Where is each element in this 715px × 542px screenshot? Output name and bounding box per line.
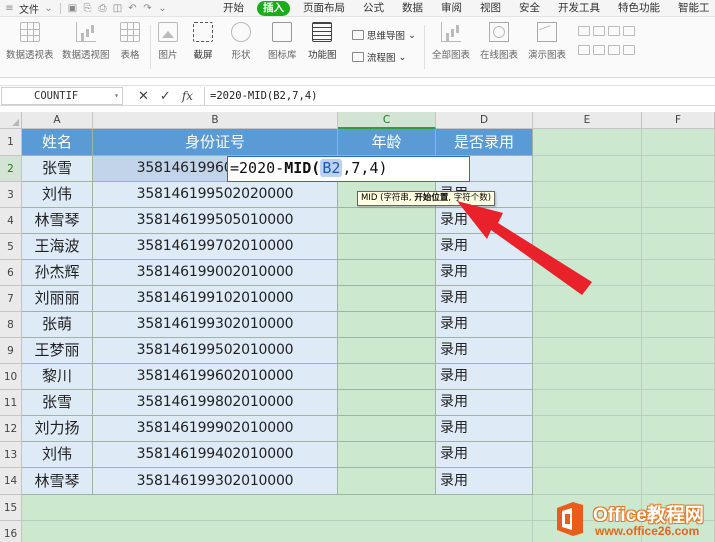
chevron-down-icon: ⌄ — [408, 29, 416, 41]
print-icon[interactable]: ⎙ — [97, 3, 108, 14]
tab-4[interactable]: 数据 — [393, 1, 432, 16]
divider — [150, 25, 151, 69]
quick-access-toolbar: ≡ 文件 ⌄ ▣ ⎘ ⎙ ◫ ↶ ↷ ⌄ — [4, 1, 168, 16]
insert-function-icon[interactable]: fx — [182, 89, 193, 103]
watermark: Office教程网 www.office26.com — [553, 498, 715, 542]
tab-8[interactable]: 开发工具 — [549, 1, 609, 16]
watermark-title: Office教程网 — [593, 505, 704, 526]
area-chart-icon[interactable] — [623, 26, 635, 36]
name-box-value: COUNTIF — [34, 90, 79, 102]
arrow-shape — [457, 201, 592, 295]
radar-chart-icon[interactable] — [608, 45, 620, 55]
spreadsheet-grid[interactable]: ABCDEF 1 2 3 4 5 6 7 8 9 10 11 12 13 14 15 16 姓名 身份证号 年龄是… — [0, 112, 715, 542]
bar-chart-icon[interactable] — [578, 45, 590, 55]
chevron-down-icon[interactable]: ⌄ — [157, 3, 168, 14]
function-chart-button[interactable]: 功能图 — [308, 22, 337, 61]
menu-bar: ≡ 文件 ⌄ ▣ ⎘ ⎙ ◫ ↶ ↷ ⌄ 开始 插入 页面布局 公式 数据 审阅 视图 安全开… — [0, 0, 715, 17]
hamburger-icon[interactable]: ≡ — [4, 3, 15, 14]
chevron-down-icon[interactable]: ▾ — [114, 88, 119, 104]
flowchart-icon — [352, 52, 364, 62]
flowchart-button[interactable]: 流程图 ⌄ — [352, 50, 406, 64]
stock-chart-icon[interactable] — [623, 45, 635, 55]
tab-3[interactable]: 公式 — [354, 1, 393, 16]
menu-tabs: 开始 插入 页面布局 公式 数据 审阅 视图 安全 开发工具 特色功能 智能工 — [214, 0, 715, 17]
tab-7[interactable]: 安全 — [510, 1, 549, 16]
chevron-down-icon[interactable]: ⌄ — [43, 3, 54, 14]
shape-button[interactable]: 形状 — [231, 22, 251, 61]
office-logo-icon — [557, 502, 583, 536]
table-button[interactable]: 表格 — [120, 22, 140, 61]
column-chart-icon[interactable] — [578, 26, 590, 36]
screenshot-button[interactable]: 截屏 — [193, 22, 213, 61]
line-chart-icon[interactable] — [593, 26, 605, 36]
formula-input[interactable]: =2020-MID(B2,7,4) — [204, 87, 714, 105]
undo-icon[interactable]: ↶ — [127, 3, 138, 14]
redo-icon[interactable]: ↷ — [142, 3, 153, 14]
all-charts-button[interactable]: 全部图表 — [432, 22, 470, 61]
cancel-icon[interactable]: ✕ — [138, 89, 149, 104]
formula-buttons: ✕ ✓ fx — [138, 88, 193, 104]
mindmap-icon — [352, 30, 364, 40]
function-chart-icon — [312, 22, 333, 42]
tab-9[interactable]: 特色功能 — [609, 1, 669, 16]
pivot-chart-button[interactable]: 数据透视图 — [62, 22, 110, 61]
pivot-table-icon — [19, 22, 40, 42]
online-charts-icon — [489, 22, 509, 42]
shape-icon — [231, 22, 251, 42]
ribbon: 数据透视表 数据透视图 表格 图片 截屏 形状 图标库 功能图 思维导图 ⌄ 流程… — [0, 17, 715, 78]
picture-button[interactable]: 图片 — [158, 22, 178, 61]
pivot-chart-icon — [75, 22, 96, 42]
export-icon[interactable]: ⎘ — [82, 3, 93, 14]
chart-quick-row-2 — [578, 45, 635, 55]
preview-icon[interactable]: ◫ — [112, 3, 123, 14]
demo-chart-button[interactable]: 演示图表 — [528, 22, 566, 61]
all-charts-icon — [441, 22, 461, 42]
pivot-table-button[interactable]: 数据透视表 — [6, 22, 54, 61]
file-menu[interactable]: 文件 — [19, 1, 39, 16]
divider — [424, 25, 425, 69]
formula-bar: COUNTIF ▾ ✕ ✓ fx =2020-MID(B2,7,4) — [0, 85, 715, 106]
save-icon[interactable]: ▣ — [67, 3, 78, 14]
divider — [60, 3, 61, 14]
table-icon — [120, 22, 140, 42]
picture-icon — [158, 22, 178, 42]
demo-chart-icon — [537, 22, 557, 42]
pie-chart-icon[interactable] — [608, 26, 620, 36]
icon-library-icon — [272, 22, 293, 42]
icon-library-button[interactable]: 图标库 — [268, 22, 297, 61]
chart-quick-row-1 — [578, 26, 635, 36]
tab-1[interactable]: 插入 — [257, 1, 290, 16]
mindmap-button[interactable]: 思维导图 ⌄ — [352, 28, 416, 42]
tab-2[interactable]: 页面布局 — [294, 1, 354, 16]
confirm-icon[interactable]: ✓ — [160, 89, 171, 104]
red-arrow-annotation — [457, 201, 592, 295]
tab-6[interactable]: 视图 — [471, 1, 510, 16]
name-box[interactable]: COUNTIF ▾ — [1, 87, 123, 105]
tab-5[interactable]: 审阅 — [432, 1, 471, 16]
tab-10[interactable]: 智能工 — [669, 1, 715, 16]
chevron-down-icon: ⌄ — [398, 51, 407, 63]
screenshot-icon — [193, 22, 213, 42]
watermark-url: www.office26.com — [595, 524, 700, 538]
tab-0[interactable]: 开始 — [214, 1, 253, 16]
scatter-chart-icon[interactable] — [593, 45, 605, 55]
online-charts-button[interactable]: 在线图表 — [480, 22, 518, 61]
